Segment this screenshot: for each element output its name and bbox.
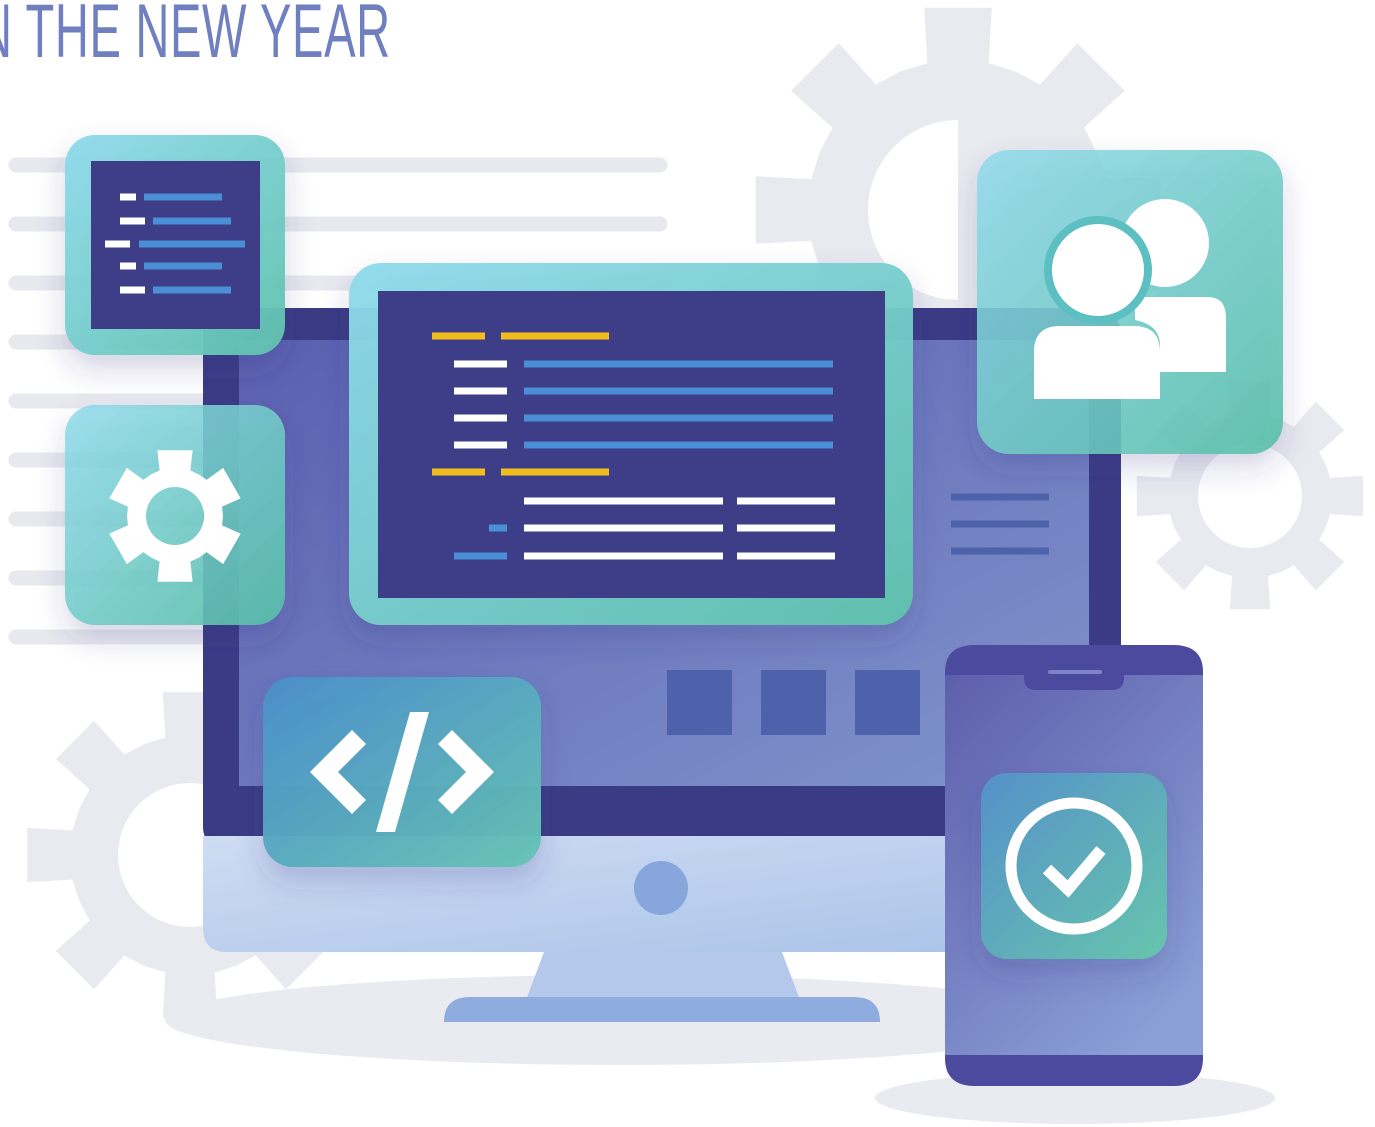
phone-notch — [1024, 675, 1124, 690]
main-code-editor — [378, 291, 885, 598]
illustration — [8, 7, 1364, 1124]
code-listing-icon — [91, 161, 260, 329]
screen-squares — [667, 670, 920, 735]
settings-panel — [65, 405, 285, 625]
monitor-stand-base — [444, 997, 880, 1022]
monitor-power-button — [634, 861, 688, 915]
monitor-stand-neck — [526, 952, 800, 1000]
phone-bottom-bar — [945, 1055, 1203, 1086]
